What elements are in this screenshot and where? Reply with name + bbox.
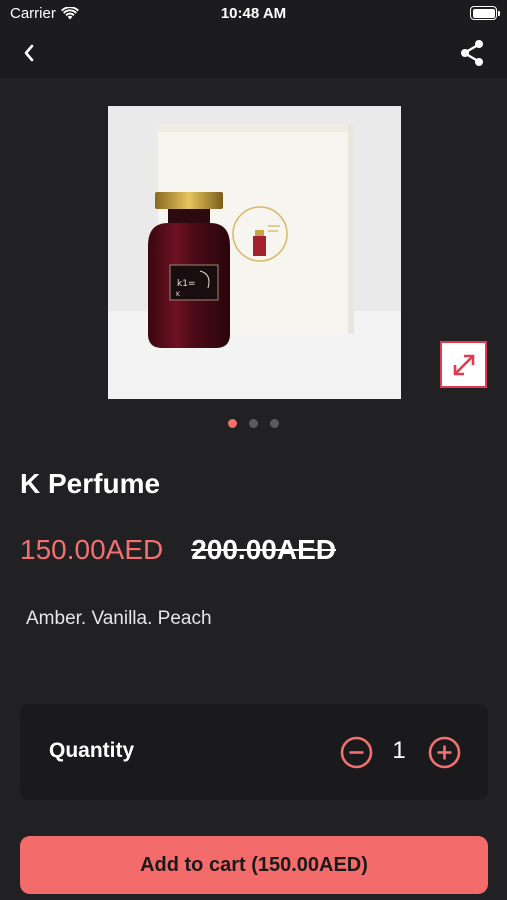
svg-text:k1=: k1=	[177, 279, 195, 289]
expand-icon	[453, 354, 474, 375]
battery-icon	[470, 6, 500, 20]
increase-quantity-button[interactable]	[428, 736, 461, 769]
share-icon	[461, 40, 483, 66]
sale-price: 150.00AED	[20, 534, 164, 565]
pager-dot[interactable]	[249, 419, 258, 428]
quantity-card: Quantity 1	[20, 704, 488, 800]
image-pager	[0, 419, 507, 428]
product-description: Amber. Vanilla. Peach	[26, 608, 212, 629]
expand-image-button[interactable]	[440, 341, 487, 388]
decrease-quantity-button[interactable]	[340, 736, 373, 769]
quantity-value: 1	[392, 737, 406, 764]
product-image[interactable]: k1= K	[108, 106, 401, 399]
chevron-left-icon	[24, 44, 34, 62]
back-button[interactable]	[14, 38, 44, 68]
share-button[interactable]	[457, 38, 487, 68]
price-row: 150.00AED 200.00AED	[20, 534, 336, 566]
plus-circle-icon	[428, 736, 461, 769]
original-price: 200.00AED	[191, 534, 336, 565]
product-title: K Perfume	[20, 468, 161, 499]
perfume-photo: k1= K	[108, 106, 401, 399]
nav-bar	[0, 28, 507, 78]
quantity-label: Quantity	[49, 739, 135, 762]
add-to-cart-button[interactable]: Add to cart (150.00AED)	[20, 836, 488, 894]
pager-dot[interactable]	[228, 419, 237, 428]
minus-circle-icon	[340, 736, 373, 769]
clock: 10:48 AM	[220, 5, 287, 22]
status-bar: Carrier 10:48 AM	[0, 0, 507, 28]
pager-dot[interactable]	[270, 419, 279, 428]
product-detail: k1= K K Perfume 150.00AED 200.00AED Ambe…	[0, 78, 507, 900]
